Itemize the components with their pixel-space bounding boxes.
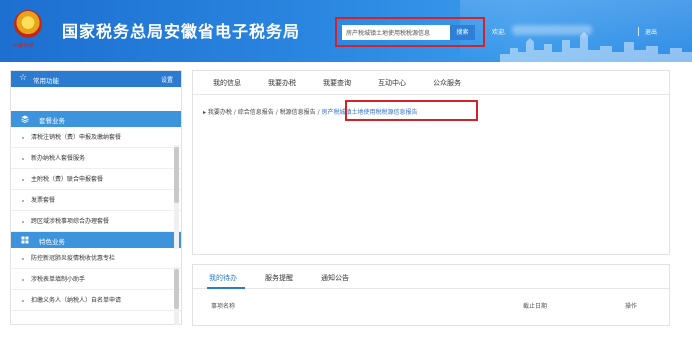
special-section-label: 特色业务 xyxy=(39,238,65,246)
main-panel: 我的信息 我要办税 我要查询 互动中心 公众服务 ▸ 我要办税 / 综合信息报告… xyxy=(192,70,670,255)
special-item[interactable]: 防控新冠肺炎疫情税收优惠专栏 xyxy=(11,248,181,269)
tab-notice[interactable]: 通知公告 xyxy=(321,273,349,283)
package-item[interactable]: 新办纳税人套餐服务 xyxy=(11,148,181,169)
package-item[interactable]: 清税注销税（费）申报及缴纳套餐 xyxy=(11,127,181,148)
tax-emblem-logo xyxy=(14,10,42,38)
search-input[interactable] xyxy=(342,25,450,40)
breadcrumb-item[interactable]: 综合信息报告 xyxy=(238,109,274,116)
emblem-text: 中國稅務 xyxy=(12,43,35,49)
special-list: 防控新冠肺炎疫情税收优惠专栏 涉税表单填制小助手 扣缴义务人（纳税人）自名单申请 xyxy=(11,248,181,311)
special-scrollbar[interactable] xyxy=(174,267,179,325)
site-header: 中國稅務 国家税务总局安徽省电子税务局 搜索 欢迎, 退出 xyxy=(0,0,692,62)
settings-link[interactable]: 设置 xyxy=(161,75,173,84)
package-item[interactable]: 主附税（费）联合申报套餐 xyxy=(11,169,181,190)
main-nav: 我的信息 我要办税 我要查询 互动中心 公众服务 xyxy=(193,71,669,95)
todo-table-header: 事项名称 截止日期 操作 xyxy=(193,289,669,310)
breadcrumb-highlight-box xyxy=(345,100,478,121)
special-item[interactable]: 扣缴义务人（纳税人）自名单申请 xyxy=(11,290,181,311)
special-section-header[interactable]: 特色业务 xyxy=(11,232,181,248)
breadcrumb-item[interactable]: 税源信息报告 xyxy=(280,109,316,116)
nav-interaction[interactable]: 互动中心 xyxy=(378,78,406,88)
column-header: 操作 xyxy=(625,303,638,310)
header-divider xyxy=(638,27,639,36)
todo-tabs: 我的待办 服务提醒 通知公告 xyxy=(193,265,669,289)
site-title: 国家税务总局安徽省电子税务局 xyxy=(62,22,301,41)
column-header: 截止日期 xyxy=(523,303,548,310)
nav-do-tax[interactable]: 我要办税 xyxy=(268,78,296,88)
blurred-username xyxy=(512,25,592,35)
packages-scrollbar[interactable] xyxy=(174,145,179,249)
star-icon: ☆ xyxy=(19,73,28,83)
grid-icon xyxy=(21,236,29,244)
search-button[interactable]: 搜索 xyxy=(450,25,475,40)
special-item[interactable]: 涉税表单填制小助手 xyxy=(11,269,181,290)
scrollbar-thumb[interactable] xyxy=(174,147,179,203)
package-list: 清税注销税（费）申报及缴纳套餐 新办纳税人套餐服务 主附税（费）联合申报套餐 发… xyxy=(11,127,181,232)
common-functions-header: ☆ 常用功能 设置 xyxy=(11,71,181,87)
package-item[interactable]: 跨区域涉税事项综合办理套餐 xyxy=(11,211,181,232)
left-sidebar: ☆ 常用功能 设置 套餐业务 清税注销税（费）申报及缴纳套餐 新办纳税人套餐服务… xyxy=(10,70,182,325)
tab-service-reminder[interactable]: 服务提醒 xyxy=(265,273,293,283)
logout-link[interactable]: 退出 xyxy=(645,27,657,36)
tab-my-todo[interactable]: 我的待办 xyxy=(209,273,237,283)
nav-public-service[interactable]: 公众服务 xyxy=(433,78,461,88)
layers-icon xyxy=(21,115,29,123)
todo-panel: 我的待办 服务提醒 通知公告 事项名称 截止日期 操作 xyxy=(192,264,670,326)
nav-query[interactable]: 我要查询 xyxy=(323,78,351,88)
packages-section-header[interactable]: 套餐业务 xyxy=(11,111,181,127)
nav-my-info[interactable]: 我的信息 xyxy=(213,78,241,88)
package-item[interactable]: 发票套餐 xyxy=(11,190,181,211)
column-header: 事项名称 xyxy=(211,303,236,310)
common-functions-area xyxy=(11,87,181,111)
scrollbar-thumb[interactable] xyxy=(174,269,179,309)
common-functions-label: 常用功能 xyxy=(33,77,59,85)
welcome-text: 欢迎, xyxy=(492,29,506,36)
breadcrumb-item[interactable]: 我要办税 xyxy=(208,109,232,116)
packages-section-label: 套餐业务 xyxy=(39,117,65,125)
